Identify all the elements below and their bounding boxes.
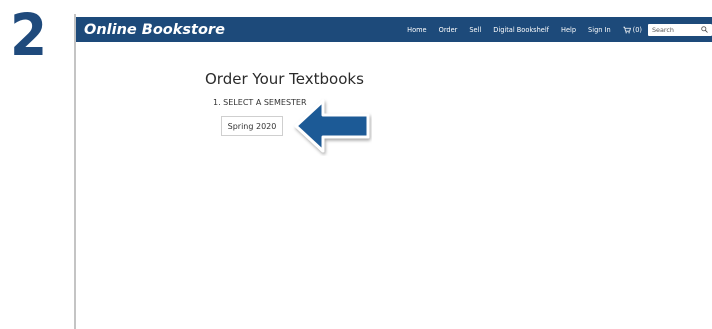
nav-help[interactable]: Help bbox=[561, 26, 576, 34]
nav-digital-bookshelf[interactable]: Digital Bookshelf bbox=[493, 26, 549, 34]
step-number: 2 bbox=[10, 1, 48, 69]
page-title: Order Your Textbooks bbox=[205, 70, 364, 88]
nav-links: Home Order Sell Digital Bookshelf Help S… bbox=[407, 17, 712, 42]
frame-border bbox=[74, 14, 76, 329]
search-box bbox=[648, 23, 712, 36]
nav-sign-in[interactable]: Sign In bbox=[588, 26, 611, 34]
search-input[interactable] bbox=[652, 25, 698, 34]
top-navbar: Online Bookstore Home Order Sell Digital… bbox=[76, 17, 712, 42]
nav-home[interactable]: Home bbox=[407, 26, 426, 34]
arrow-left-icon bbox=[294, 99, 370, 153]
cart-count: (0) bbox=[632, 25, 642, 34]
semester-option-button[interactable]: Spring 2020 bbox=[221, 116, 283, 136]
search-icon[interactable] bbox=[701, 26, 708, 33]
nav-sell[interactable]: Sell bbox=[469, 26, 481, 34]
site-brand[interactable]: Online Bookstore bbox=[84, 22, 225, 38]
cart-link[interactable]: (0) bbox=[623, 26, 642, 34]
cart-icon bbox=[623, 26, 631, 33]
nav-order[interactable]: Order bbox=[439, 26, 458, 34]
